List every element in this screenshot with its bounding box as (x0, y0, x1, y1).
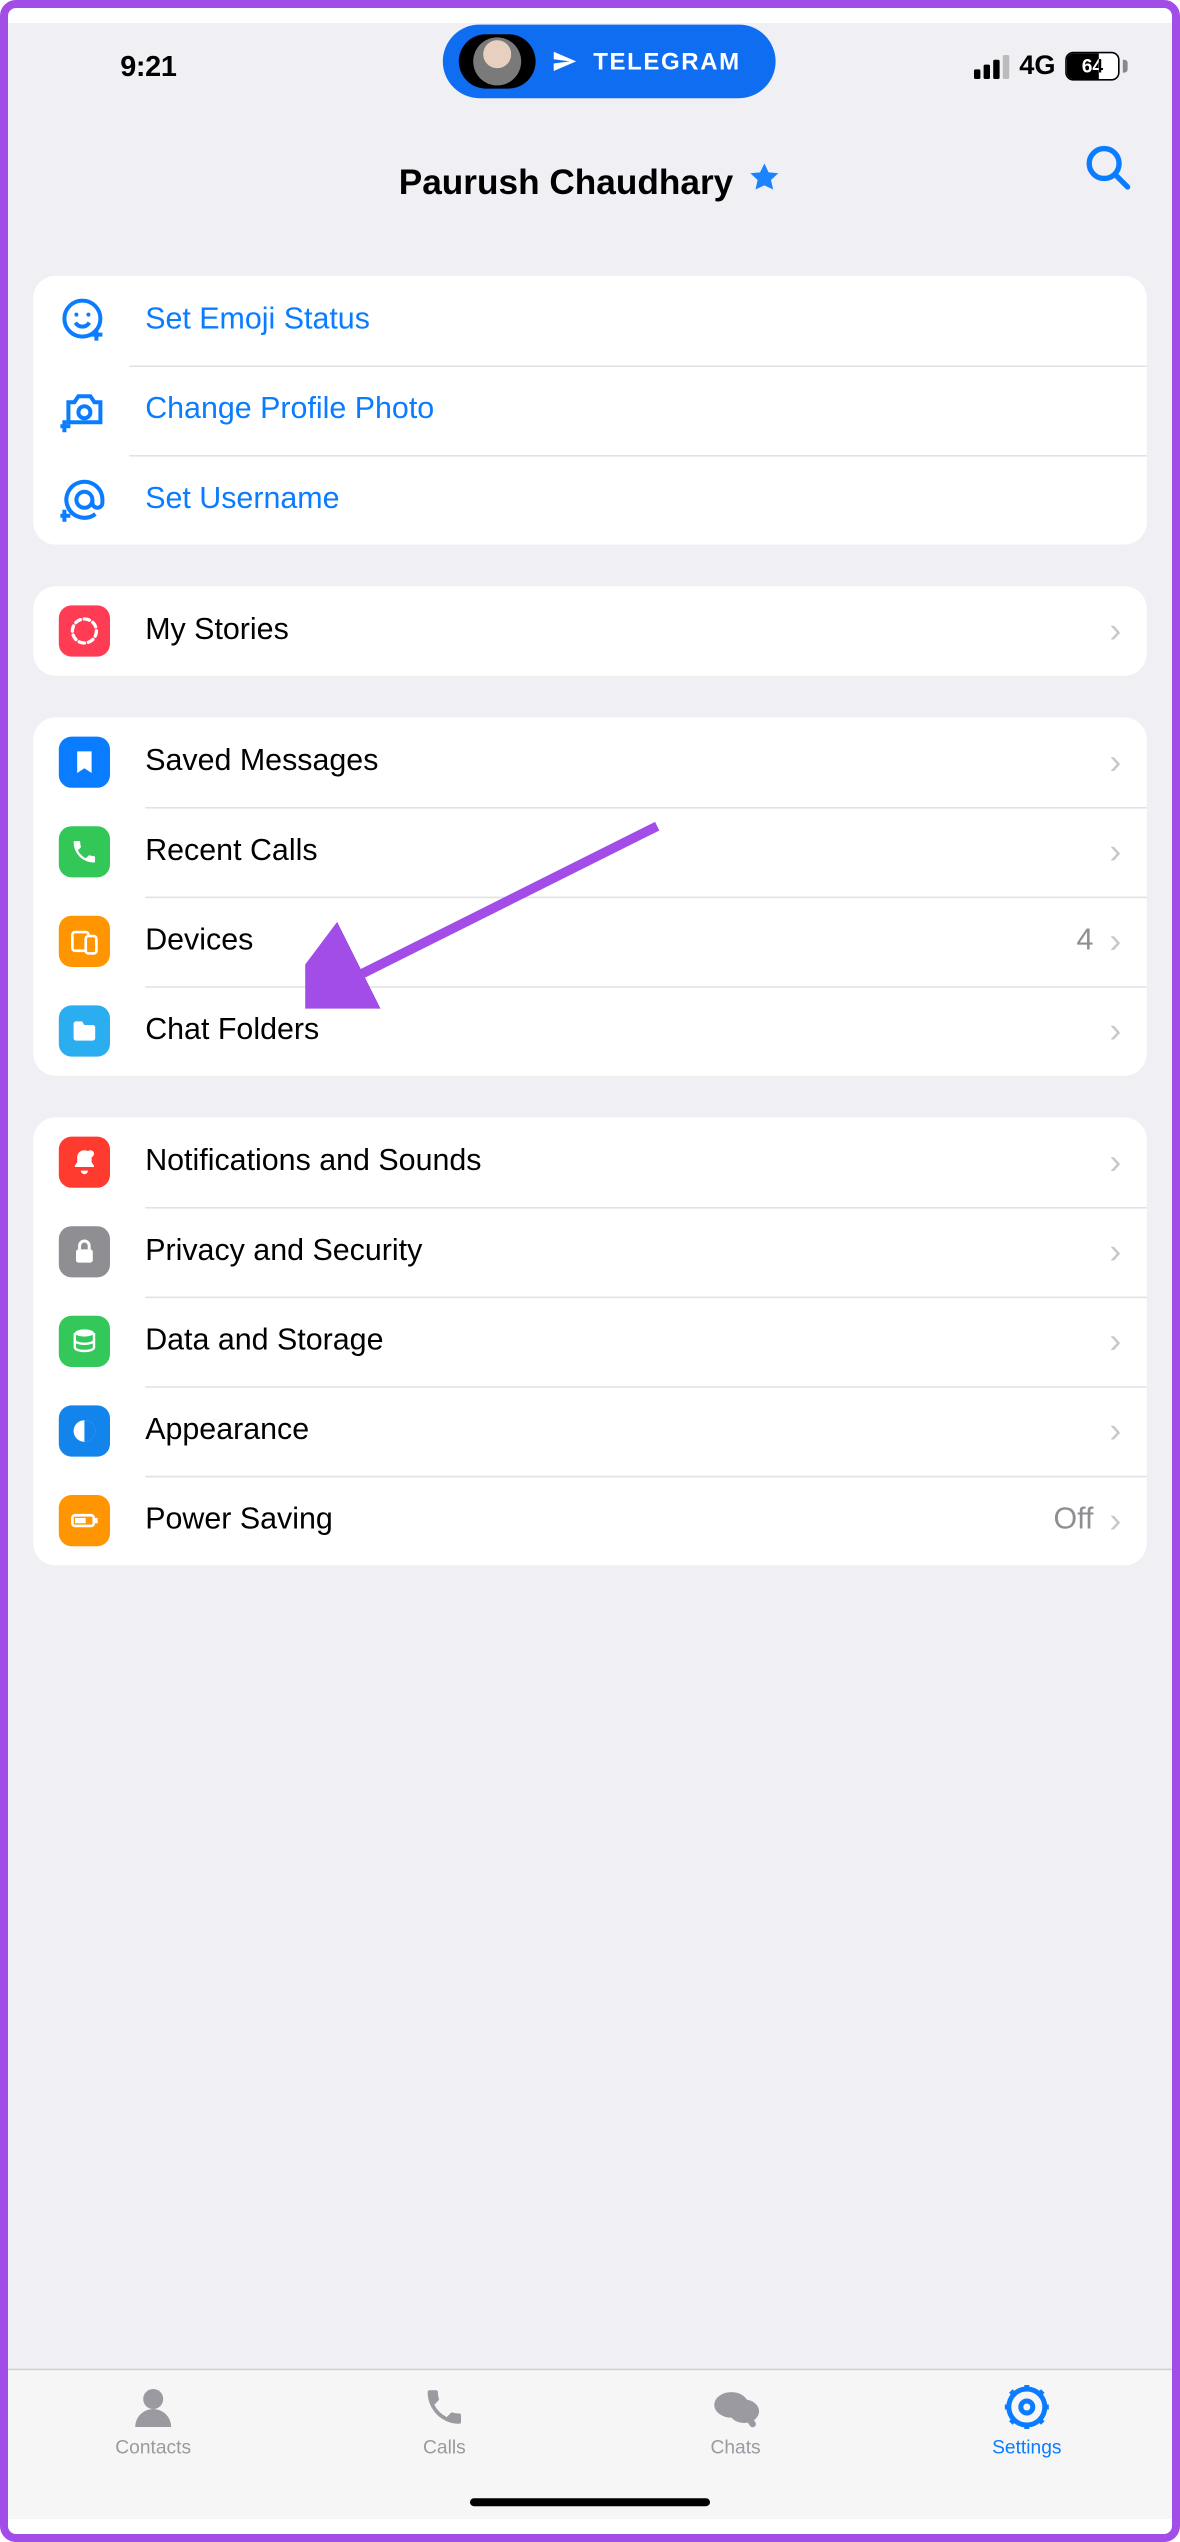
smile-plus-icon (59, 295, 110, 346)
bookmark-icon (59, 737, 110, 788)
calls-icon (422, 2383, 467, 2431)
phone-icon (59, 826, 110, 877)
row-devices[interactable]: Devices 4 › (33, 897, 1147, 987)
battery-icon (59, 1495, 110, 1546)
folder-icon (59, 1005, 110, 1056)
tab-contacts[interactable]: Contacts (8, 2370, 299, 2519)
row-my-stories[interactable]: My Stories › (33, 586, 1147, 676)
row-label: Privacy and Security (145, 1234, 1109, 1269)
row-label: Devices (145, 924, 1076, 959)
row-saved-messages[interactable]: Saved Messages › (33, 717, 1147, 807)
devices-icon (59, 916, 110, 967)
section-chats: Saved Messages › Recent Calls › Devices … (33, 717, 1147, 1075)
row-label: Chat Folders (145, 1013, 1109, 1048)
chevron-right-icon: › (1109, 1321, 1121, 1363)
tab-chats[interactable]: Chats (590, 2370, 881, 2519)
chevron-right-icon: › (1109, 1010, 1121, 1052)
tab-label: Chats (711, 2436, 761, 2458)
status-right: 4G 64 (975, 50, 1128, 82)
row-label: Set Username (145, 482, 1121, 517)
section-stories: My Stories › (33, 586, 1147, 676)
row-appearance[interactable]: Appearance › (33, 1386, 1147, 1476)
page-title: Paurush Chaudhary (399, 162, 733, 204)
settings-icon (1003, 2383, 1051, 2431)
stories-icon (59, 605, 110, 656)
row-set-username[interactable]: Set Username (33, 455, 1147, 545)
home-indicator[interactable] (470, 2498, 710, 2506)
tab-label: Settings (992, 2436, 1061, 2458)
row-label: Data and Storage (145, 1324, 1109, 1359)
chevron-right-icon: › (1109, 1141, 1121, 1183)
chevron-right-icon: › (1109, 1231, 1121, 1273)
search-button[interactable] (1083, 142, 1134, 201)
page-header: Paurush Chaudhary (8, 109, 1173, 234)
dynamic-island-pill[interactable]: TELEGRAM (443, 25, 776, 99)
row-notifications[interactable]: Notifications and Sounds › (33, 1117, 1147, 1207)
lock-icon (59, 1226, 110, 1277)
power-saving-value: Off (1053, 1503, 1093, 1538)
pill-label: TELEGRAM (593, 48, 740, 75)
row-label: Saved Messages (145, 745, 1109, 780)
devices-count: 4 (1077, 924, 1094, 959)
chevron-right-icon: › (1109, 1500, 1121, 1542)
tab-bar: Contacts Calls Chats Settings (8, 2369, 1173, 2519)
row-chat-folders[interactable]: Chat Folders › (33, 986, 1147, 1076)
camera-plus-icon (59, 385, 110, 436)
row-label: Set Emoji Status (145, 303, 1121, 338)
contrast-icon (59, 1405, 110, 1456)
tab-label: Contacts (115, 2436, 191, 2458)
row-power-saving[interactable]: Power Saving Off › (33, 1476, 1147, 1566)
contacts-icon (129, 2383, 177, 2431)
database-icon (59, 1316, 110, 1367)
tab-label: Calls (423, 2436, 466, 2458)
section-profile-actions: Set Emoji Status Change Profile Photo Se… (33, 276, 1147, 545)
premium-star-icon (746, 161, 781, 206)
row-privacy-security[interactable]: Privacy and Security › (33, 1207, 1147, 1297)
status-bar: 9:21 TELEGRAM 4G 64 (8, 23, 1173, 109)
tab-settings[interactable]: Settings (881, 2370, 1172, 2519)
chats-icon (710, 2383, 761, 2431)
row-label: Notifications and Sounds (145, 1145, 1109, 1180)
paper-plane-icon (552, 49, 578, 75)
row-set-emoji-status[interactable]: Set Emoji Status (33, 276, 1147, 366)
row-label: My Stories (145, 613, 1109, 648)
row-data-storage[interactable]: Data and Storage › (33, 1297, 1147, 1387)
row-label: Appearance (145, 1413, 1109, 1448)
chevron-right-icon: › (1109, 741, 1121, 783)
chevron-right-icon: › (1109, 921, 1121, 963)
notch-avatar (459, 34, 536, 88)
at-plus-icon (59, 474, 110, 525)
network-label: 4G (1019, 50, 1055, 82)
row-change-profile-photo[interactable]: Change Profile Photo (33, 365, 1147, 455)
section-app-settings: Notifications and Sounds › Privacy and S… (33, 1117, 1147, 1565)
status-time: 9:21 (52, 49, 244, 83)
chevron-right-icon: › (1109, 831, 1121, 873)
chevron-right-icon: › (1109, 1410, 1121, 1452)
row-recent-calls[interactable]: Recent Calls › (33, 807, 1147, 897)
tab-calls[interactable]: Calls (299, 2370, 590, 2519)
bell-icon (59, 1137, 110, 1188)
row-label: Power Saving (145, 1503, 1053, 1538)
chevron-right-icon: › (1109, 610, 1121, 652)
battery-icon: 64 (1065, 52, 1127, 81)
search-icon (1083, 142, 1134, 193)
cellular-icon (975, 54, 1010, 78)
row-label: Change Profile Photo (145, 393, 1121, 428)
row-label: Recent Calls (145, 834, 1109, 869)
